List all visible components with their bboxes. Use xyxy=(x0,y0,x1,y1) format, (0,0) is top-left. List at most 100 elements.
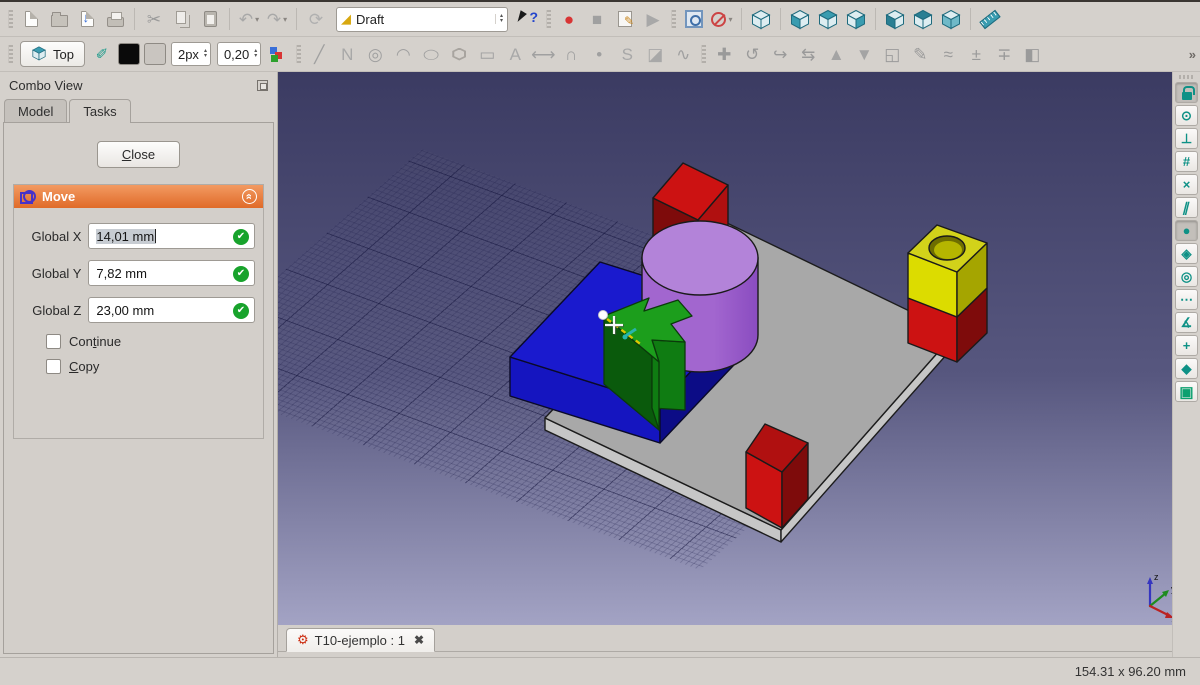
draft-wire-icon[interactable]: N xyxy=(334,40,360,68)
draft-move-icon[interactable]: ✚ xyxy=(711,40,737,68)
draft-polygon-icon[interactable] xyxy=(446,40,472,68)
front-view-icon[interactable] xyxy=(787,5,813,33)
workbench-selector[interactable]: ◢Draft▴▾ xyxy=(336,7,508,32)
draft-upgrade-icon[interactable]: ▲ xyxy=(823,40,849,68)
workbench-spinner[interactable]: ▴▾ xyxy=(495,14,503,24)
line-color-swatch[interactable] xyxy=(118,43,140,65)
draft-facebinder-icon[interactable]: ◪ xyxy=(642,40,668,68)
draft-add-point-icon[interactable]: ± xyxy=(963,40,989,68)
float-panel-icon[interactable] xyxy=(257,80,268,91)
print-icon[interactable] xyxy=(102,5,128,33)
save-icon[interactable]: ↓ xyxy=(74,5,100,33)
snap-ortho-icon[interactable]: + xyxy=(1175,335,1198,356)
snap-parallel-icon[interactable]: ∥ xyxy=(1175,197,1198,218)
new-file-icon[interactable] xyxy=(18,5,44,33)
snap-special-icon[interactable]: ◆ xyxy=(1175,358,1198,379)
draft-ellipse-icon[interactable]: ◯ xyxy=(418,40,444,68)
macro-record-icon[interactable]: ● xyxy=(556,5,582,33)
paste-icon[interactable] xyxy=(197,5,223,33)
draft-line-icon[interactable]: ╱ xyxy=(306,40,332,68)
draft-arc-icon[interactable]: ◠ xyxy=(390,40,416,68)
snap-intersection-icon[interactable]: × xyxy=(1175,174,1198,195)
snap-near-icon[interactable]: ⊙ xyxy=(1175,105,1198,126)
working-plane-top-button[interactable]: Top xyxy=(20,41,85,67)
close-document-icon[interactable]: ✖ xyxy=(414,633,424,647)
spinner-arrows[interactable]: ▴▾ xyxy=(254,49,257,59)
draft-edit-icon[interactable]: ✎ xyxy=(907,40,933,68)
draft-point-icon[interactable]: • xyxy=(586,40,612,68)
draft-scale-icon[interactable]: ◱ xyxy=(879,40,905,68)
draft-offset-icon[interactable]: ↪ xyxy=(767,40,793,68)
line-width-spinbox[interactable]: 2px▴▾ xyxy=(171,42,211,66)
construction-mode-icon[interactable]: ✐ xyxy=(89,40,115,68)
toolbar-grip[interactable] xyxy=(8,45,13,63)
global-x-input[interactable]: 14,01 mm ✔ xyxy=(88,223,255,249)
zoom-selection-icon[interactable] xyxy=(681,5,707,33)
draw-style-icon[interactable]: ▾ xyxy=(709,5,735,33)
snap-working-plane-icon[interactable]: ▣ xyxy=(1175,381,1198,402)
valid-check-icon: ✔ xyxy=(233,229,249,245)
draft-bezier-icon[interactable]: ∿ xyxy=(670,40,696,68)
copy-icon[interactable] xyxy=(169,5,195,33)
face-color-swatch[interactable] xyxy=(144,43,166,65)
collapse-task-icon[interactable]: » xyxy=(242,189,257,204)
redo-icon[interactable]: ↷▾ xyxy=(264,5,290,33)
draft-trimex-icon[interactable]: ⇆ xyxy=(795,40,821,68)
3d-viewport[interactable]: z y x xyxy=(278,72,1172,625)
snap-endpoint-icon[interactable]: ● xyxy=(1175,220,1198,241)
snap-midpoint-icon[interactable]: ◈ xyxy=(1175,243,1198,264)
toolbar-grip[interactable] xyxy=(701,45,706,63)
macro-run-icon[interactable]: ▶ xyxy=(640,5,666,33)
toolbar-grip[interactable] xyxy=(1179,75,1195,79)
bottom-view-icon[interactable] xyxy=(910,5,936,33)
macro-stop-icon[interactable]: ■ xyxy=(584,5,610,33)
toolbar-grip[interactable] xyxy=(8,10,13,28)
undo-icon[interactable]: ↶▾ xyxy=(236,5,262,33)
snap-angle-icon[interactable]: ∡ xyxy=(1175,312,1198,333)
snap-grid-icon[interactable]: # xyxy=(1175,151,1198,172)
document-tab[interactable]: ⚙ T10-ejemplo : 1 ✖ xyxy=(286,628,435,652)
spinner-arrows[interactable]: ▴▾ xyxy=(204,49,207,59)
draft-shapestring-icon[interactable]: S xyxy=(614,40,640,68)
cut-icon[interactable]: ✂ xyxy=(141,5,167,33)
open-file-icon[interactable] xyxy=(46,5,72,33)
close-task-button[interactable]: Close xyxy=(97,141,180,168)
left-view-icon[interactable] xyxy=(938,5,964,33)
axonometric-view-icon[interactable] xyxy=(748,5,774,33)
draft-rotate-icon[interactable]: ↺ xyxy=(739,40,765,68)
draft-circle-icon[interactable]: ◎ xyxy=(362,40,388,68)
global-y-input[interactable]: 7,82 mm ✔ xyxy=(88,260,255,286)
draft-bspline-icon[interactable]: ∩ xyxy=(558,40,584,68)
refresh-icon[interactable]: ⟳ xyxy=(303,5,329,33)
toolbar-overflow-icon[interactable]: » xyxy=(1189,47,1196,62)
yellow-red-tower[interactable] xyxy=(908,225,987,362)
text-scale-spinbox[interactable]: 0,20▴▾ xyxy=(217,42,261,66)
autogroup-icon[interactable] xyxy=(265,40,291,68)
draft-text-icon[interactable]: A xyxy=(502,40,528,68)
right-view-icon[interactable] xyxy=(843,5,869,33)
draft-dimension-icon[interactable]: ⟷ xyxy=(530,40,556,68)
toolbar-grip[interactable] xyxy=(546,10,551,28)
snap-center-icon[interactable]: ◎ xyxy=(1175,266,1198,287)
macro-edit-icon[interactable] xyxy=(612,5,638,33)
move-task-header[interactable]: Move » xyxy=(14,185,263,208)
global-z-input[interactable]: 23,00 mm ✔ xyxy=(88,297,255,323)
tab-tasks[interactable]: Tasks xyxy=(69,99,130,123)
measure-distance-icon[interactable] xyxy=(977,5,1003,33)
draft-shape2dview-icon[interactable]: ◧ xyxy=(1019,40,1045,68)
tab-model[interactable]: Model xyxy=(4,99,67,123)
draft-downgrade-icon[interactable]: ▼ xyxy=(851,40,877,68)
continue-checkbox[interactable] xyxy=(46,334,61,349)
draft-rectangle-icon[interactable]: ▭ xyxy=(474,40,500,68)
snap-perpendicular-icon[interactable]: ⊥ xyxy=(1175,128,1198,149)
rear-view-icon[interactable] xyxy=(882,5,908,33)
snap-lock-icon[interactable] xyxy=(1175,82,1198,103)
toolbar-grip[interactable] xyxy=(296,45,301,63)
top-view-icon[interactable] xyxy=(815,5,841,33)
draft-remove-point-icon[interactable]: ∓ xyxy=(991,40,1017,68)
copy-checkbox[interactable] xyxy=(46,359,61,374)
draft-wire-to-bspline-icon[interactable]: ≈ xyxy=(935,40,961,68)
toolbar-grip[interactable] xyxy=(671,10,676,28)
snap-dimensions-icon[interactable]: ⋯ xyxy=(1175,289,1198,310)
whats-this-icon[interactable]: ? xyxy=(515,5,541,33)
